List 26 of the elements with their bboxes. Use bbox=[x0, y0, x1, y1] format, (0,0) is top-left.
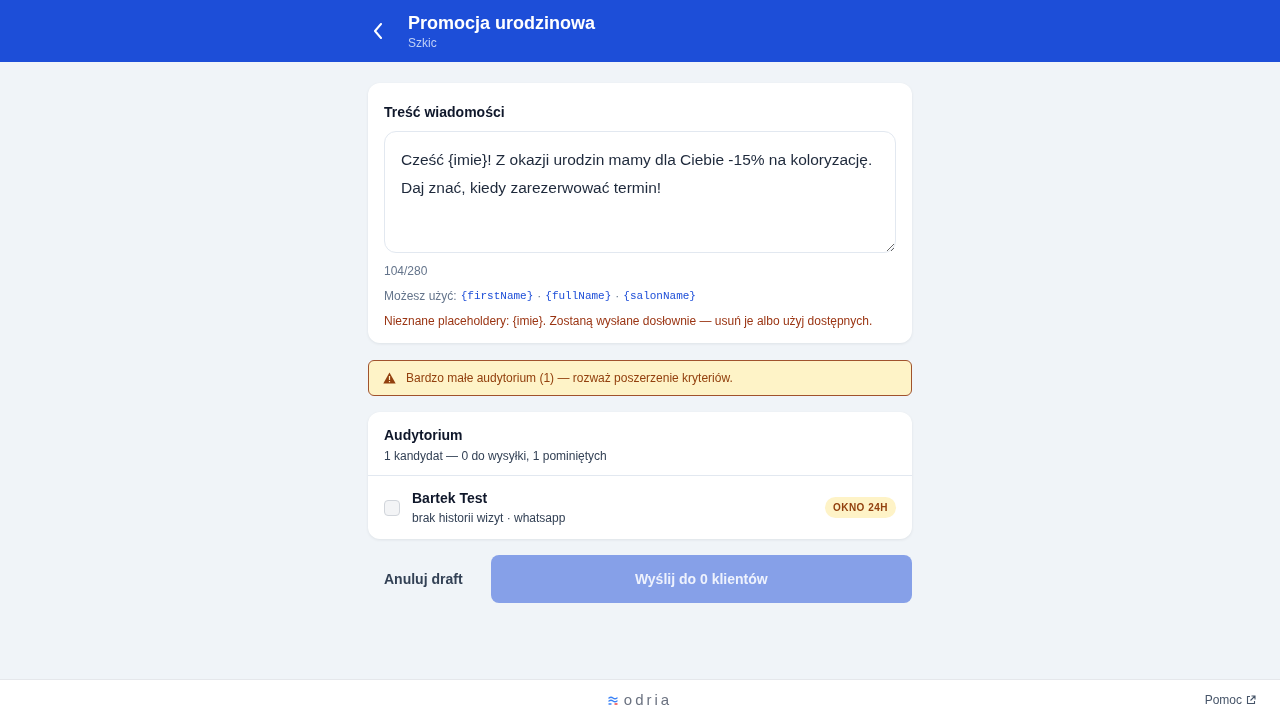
warning-text: Bardzo małe audytorium (1) — rozważ poszerzenie kryteriów. bbox=[406, 370, 733, 387]
back-button[interactable] bbox=[372, 21, 384, 41]
page-title: Promocja urodzinowa bbox=[408, 12, 596, 35]
separator-dot: · bbox=[537, 288, 542, 304]
message-field[interactable]: Cześć {imie}! Z okazji urodzin mamy dla Ciebie -15% na koloryzację. Daj znać, kiedy zarezerwować termin! bbox=[384, 131, 896, 253]
recipient-details: brak historii wizyt · whatsapp bbox=[412, 510, 567, 526]
external-link-icon bbox=[1246, 695, 1256, 705]
page-subtitle: Szkic bbox=[408, 35, 438, 51]
logo-wave-icon bbox=[607, 695, 618, 705]
character-counter: 104/280 bbox=[384, 263, 428, 279]
separator-dot: · bbox=[615, 288, 620, 304]
help-link[interactable]: Pomoc bbox=[1204, 691, 1256, 709]
card-title: Audytorium bbox=[384, 426, 464, 444]
card-title: Treść wiadomości bbox=[384, 103, 506, 121]
warning-icon bbox=[383, 372, 396, 384]
placeholder-error: Nieznane placeholdery: {imie}. Zostaną wysłane dosłownie — usuń je albo użyj dostępnych. bbox=[384, 313, 874, 329]
placeholder-token[interactable]: {firstName} bbox=[460, 288, 534, 304]
brand-logo: odria bbox=[623, 689, 673, 710]
recipient-name: Bartek Test bbox=[412, 489, 489, 507]
status-badge: OKNO 24H bbox=[824, 497, 896, 518]
placeholder-token[interactable]: {fullName} bbox=[545, 288, 612, 304]
audience-summary: 1 kandydat — 0 do wysyłki, 1 pominiętych bbox=[384, 448, 608, 464]
cancel-draft-button[interactable]: Anuluj draft bbox=[368, 568, 463, 590]
placeholder-token[interactable]: {salonName} bbox=[623, 288, 696, 304]
back-icon bbox=[373, 23, 383, 39]
hint-label: Możesz użyć: bbox=[384, 288, 457, 304]
